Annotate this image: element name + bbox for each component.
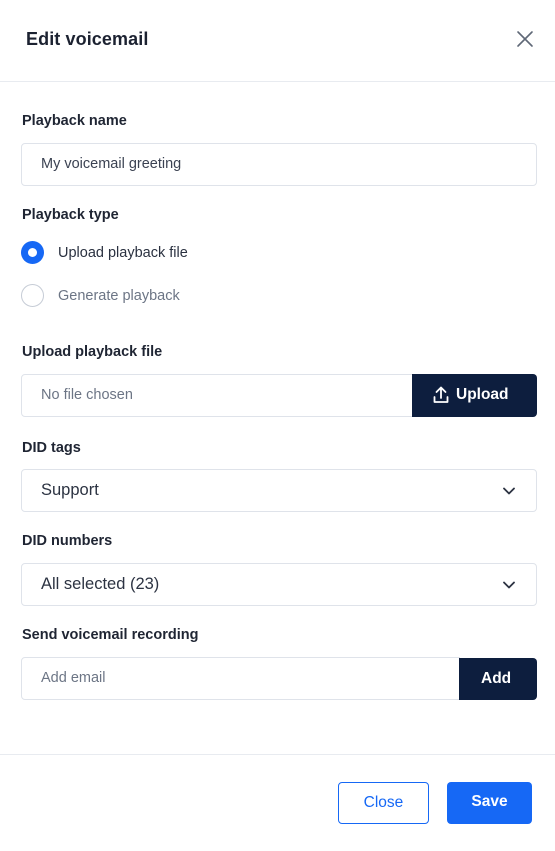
did-tags-select[interactable]: Support bbox=[21, 469, 537, 512]
upload-button[interactable]: Upload bbox=[412, 374, 537, 417]
playback-name-label: Playback name bbox=[22, 113, 127, 129]
radio-generate-playback[interactable] bbox=[21, 284, 44, 307]
file-input[interactable]: No file chosen bbox=[21, 374, 413, 417]
upload-icon bbox=[433, 386, 449, 403]
did-tags-value: Support bbox=[41, 481, 99, 499]
dialog-header: Edit voicemail bbox=[0, 0, 555, 82]
upload-file-label: Upload playback file bbox=[22, 344, 163, 360]
edit-voicemail-dialog: Edit voicemail Playback name My voicemai… bbox=[0, 0, 555, 851]
save-button-label: Save bbox=[471, 793, 508, 810]
playback-name-input[interactable]: My voicemail greeting bbox=[21, 143, 537, 186]
did-tags-label: DID tags bbox=[22, 440, 81, 456]
did-numbers-select[interactable]: All selected (23) bbox=[21, 563, 537, 606]
add-email-button[interactable]: Add bbox=[459, 658, 537, 700]
did-numbers-value: All selected (23) bbox=[41, 575, 160, 593]
playback-type-label: Playback type bbox=[22, 207, 119, 223]
radio-generate-playback-label[interactable]: Generate playback bbox=[58, 288, 180, 304]
close-button[interactable]: Close bbox=[338, 782, 429, 824]
chevron-down-icon bbox=[503, 487, 515, 495]
send-recording-label: Send voicemail recording bbox=[22, 627, 199, 643]
add-email-input[interactable]: Add email bbox=[21, 657, 460, 700]
radio-upload-playback-file-label[interactable]: Upload playback file bbox=[58, 245, 188, 261]
upload-button-label: Upload bbox=[456, 386, 509, 403]
did-numbers-label: DID numbers bbox=[22, 533, 113, 549]
save-button[interactable]: Save bbox=[447, 782, 532, 824]
close-button-label: Close bbox=[363, 794, 404, 811]
chevron-down-icon bbox=[503, 581, 515, 589]
add-email-placeholder: Add email bbox=[41, 670, 106, 686]
dialog-title: Edit voicemail bbox=[26, 29, 149, 49]
add-email-button-label: Add bbox=[481, 670, 512, 687]
radio-upload-playback-file[interactable] bbox=[21, 241, 44, 264]
playback-name-value: My voicemail greeting bbox=[41, 156, 182, 172]
close-icon[interactable] bbox=[514, 28, 536, 50]
file-status: No file chosen bbox=[41, 387, 133, 403]
footer-divider bbox=[0, 754, 555, 755]
